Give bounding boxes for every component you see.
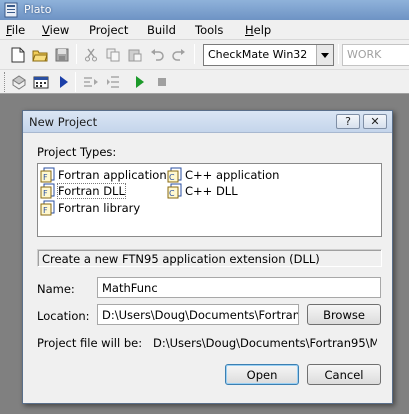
work-dropdown[interactable]: WORK: [342, 44, 409, 66]
project-type-cpp-dll[interactable]: C C++ DLL: [167, 183, 240, 199]
dialog-titlebar: New Project ? ✕: [23, 111, 392, 133]
svg-text:F: F: [43, 189, 48, 198]
redo-icon[interactable]: [170, 46, 188, 64]
menu-help[interactable]: Help: [245, 23, 271, 37]
project-type-fortran-application[interactable]: F Fortran application: [40, 167, 169, 183]
plato-app-icon: [4, 2, 18, 18]
run-icon[interactable]: [55, 73, 73, 91]
configuration-dropdown[interactable]: CheckMate Win32: [203, 44, 334, 66]
menu-view[interactable]: View: [42, 23, 69, 37]
name-input[interactable]: MathFunc: [97, 277, 381, 298]
project-types-list[interactable]: F Fortran application C C++ application …: [37, 163, 382, 237]
svg-text:F: F: [43, 206, 48, 215]
toolbar-grip[interactable]: [4, 72, 7, 92]
project-types-label: Project Types:: [37, 145, 117, 159]
location-label: Location:: [37, 309, 90, 323]
cancel-button[interactable]: Cancel: [307, 364, 381, 385]
stop-icon[interactable]: [153, 73, 171, 91]
undo-icon[interactable]: [148, 46, 166, 64]
copy-icon[interactable]: [104, 46, 122, 64]
open-folder-icon[interactable]: [31, 46, 49, 64]
svg-text:C: C: [169, 173, 175, 182]
step-icon[interactable]: [82, 73, 100, 91]
project-type-fortran-library[interactable]: F Fortran library: [40, 200, 142, 216]
new-project-dialog: New Project ? ✕ Project Types: F Fortran…: [22, 110, 393, 404]
cpp-project-icon: C: [167, 183, 182, 199]
fortran-project-icon: F: [40, 183, 55, 199]
menu-project[interactable]: Project: [89, 23, 128, 37]
menu-tools[interactable]: Tools: [195, 23, 223, 37]
svg-text:C: C: [169, 189, 175, 198]
step-over-icon[interactable]: [105, 73, 123, 91]
project-description: Create a new FTN95 application extension…: [37, 249, 382, 267]
svg-text:F: F: [43, 173, 48, 182]
app-title: Plato: [24, 3, 52, 16]
build-toolbar: [0, 70, 409, 94]
chevron-down-icon: [316, 45, 333, 65]
project-type-fortran-dll[interactable]: F Fortran DLL: [40, 183, 127, 199]
dialog-title: New Project: [29, 115, 98, 129]
toolbar-separator: [75, 72, 76, 92]
toolbar-separator: [76, 44, 77, 64]
play-icon[interactable]: [131, 73, 149, 91]
paste-icon[interactable]: [126, 46, 144, 64]
new-file-icon[interactable]: [9, 46, 27, 64]
app-titlebar: Plato: [0, 0, 409, 20]
toolbar-separator: [338, 44, 339, 64]
build-icon[interactable]: [32, 73, 50, 91]
location-input[interactable]: D:\Users\Doug\Documents\Fortran95: [97, 304, 299, 325]
fortran-project-icon: F: [40, 167, 55, 183]
project-file-label: Project file will be:: [37, 336, 143, 350]
help-button[interactable]: ?: [336, 114, 360, 129]
toolbar-separator: [194, 44, 195, 64]
fortran-project-icon: F: [40, 200, 55, 216]
cut-icon[interactable]: [82, 46, 100, 64]
save-icon[interactable]: [53, 46, 71, 64]
close-button[interactable]: ✕: [363, 114, 387, 129]
browse-button[interactable]: Browse: [307, 304, 381, 325]
project-file-path: D:\Users\Doug\Documents\Fortran95\Ma: [153, 336, 377, 350]
menu-bar: File View Project Build Tools Help: [0, 20, 409, 40]
menu-build[interactable]: Build: [147, 23, 176, 37]
project-icon[interactable]: [10, 73, 28, 91]
project-type-cpp-application[interactable]: C C++ application: [167, 167, 281, 183]
menu-file[interactable]: File: [6, 23, 25, 37]
cpp-project-icon: C: [167, 167, 182, 183]
open-button[interactable]: Open: [225, 364, 299, 385]
name-label: Name:: [37, 282, 75, 296]
